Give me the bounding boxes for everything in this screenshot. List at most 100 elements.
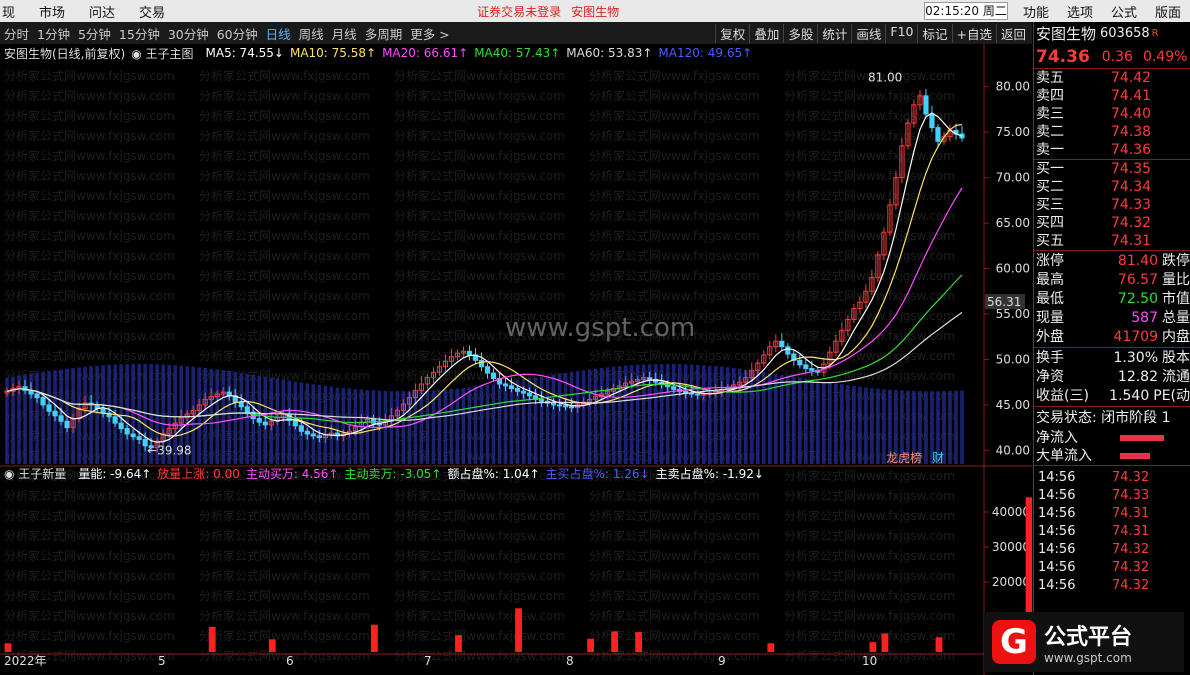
menu-item-wenda[interactable]: 问达 (77, 2, 127, 21)
tool-draw-line[interactable]: 画线 (851, 23, 885, 43)
trade-state: 交易状态: 闭市阶段 1 净流入 大单流入 (1034, 406, 1190, 465)
watermark-bg-text: 分析家公式网www.fxjgsw.com (4, 188, 175, 203)
ma120-bar (557, 373, 562, 464)
ask-row-5[interactable]: 卖五 74.42 (1034, 69, 1190, 87)
candle-body (238, 401, 244, 408)
candle-body (40, 397, 46, 406)
kline-chart-svg[interactable]: 分析家公式网www.fxjgsw.com 分析家公式网www.fxjgsw.com… (0, 44, 1032, 675)
ma120-bar (227, 371, 232, 464)
watermark-bg-text: 分析家公式网www.fxjgsw.com (394, 288, 565, 303)
period-tab-30min[interactable]: 30分钟 (164, 24, 213, 43)
bid-row-5[interactable]: 买五 74.31 (1034, 232, 1190, 250)
menu-formula[interactable]: 公式 (1102, 2, 1146, 21)
bid-row-4[interactable]: 买四 74.32 (1034, 214, 1190, 232)
kline-chart-area[interactable]: 分析家公式网www.fxjgsw.com 分析家公式网www.fxjgsw.com… (0, 44, 1032, 675)
watermark-bg-text: 分析家公式网www.fxjgsw.com (784, 428, 955, 443)
tool-f10[interactable]: F10 (885, 23, 917, 43)
x-axis-label: 7 (424, 654, 432, 668)
bid-row-2[interactable]: 买二 74.34 (1034, 178, 1190, 196)
volume-bar (370, 624, 378, 652)
tool-back[interactable]: 返回 (995, 23, 1030, 43)
price-tick-label: 45.00 (996, 398, 1030, 412)
watermark-bg-text: 分析家公式网www.fxjgsw.com (784, 388, 955, 403)
watermark-bg-text: 分析家公式网www.fxjgsw.com (4, 268, 175, 283)
stat2-label: 净资 (1036, 369, 1064, 385)
watermark-bg-text: 分析家公式网www.fxjgsw.com (784, 408, 955, 423)
period-tab-fenshi[interactable]: 分时 (0, 24, 33, 43)
period-tab-week[interactable]: 周线 (295, 24, 328, 43)
tool-restore-rights[interactable]: 复权 (715, 23, 749, 43)
menu-item-market[interactable]: 市场 (27, 2, 77, 21)
watermark-bg-text: 分析家公式网www.fxjgsw.com (199, 488, 370, 503)
watermark-bg-text: 分析家公式网www.fxjgsw.com (4, 168, 175, 183)
tick-time: 14:56 (1038, 542, 1076, 557)
candle-body (478, 359, 485, 368)
watermark-bg-text: 分析家公式网www.fxjgsw.com (4, 148, 175, 163)
ask-row-1[interactable]: 卖一 74.36 (1034, 141, 1190, 159)
sub-item-amount-pct: 额占盘%: 1.04↑ (447, 466, 540, 481)
watermark-bg-text: 分析家公式网www.fxjgsw.com (4, 288, 175, 303)
price-tick-label: 60.00 (996, 262, 1030, 276)
menu-item-trade[interactable]: 交易 (127, 2, 177, 21)
tick-price: 74.31 (1112, 506, 1150, 521)
tick-row: 14:56 74.32 (1034, 559, 1190, 577)
candle-body (520, 390, 527, 394)
sub-item-buy-pct: 主买占盘%: 1.26↓ (545, 466, 650, 481)
menu-layout[interactable]: 版面 (1146, 2, 1190, 21)
logo-glyph: G (992, 620, 1036, 664)
tool-overlay[interactable]: 叠加 (749, 23, 783, 43)
stat-label: 现量 (1036, 310, 1064, 326)
period-tab-day[interactable]: 日线 (262, 24, 295, 43)
period-tab-15min[interactable]: 15分钟 (115, 24, 164, 43)
candle-body (112, 416, 118, 424)
stat-label: 涨停 (1036, 253, 1064, 269)
volume-bar (515, 608, 522, 652)
ma120-bar (467, 387, 472, 464)
sub-formula-name[interactable]: ◉ 王子新量 (4, 465, 72, 482)
ask-row-2[interactable]: 卖二 74.38 (1034, 123, 1190, 141)
ask-row-4[interactable]: 卖四 74.41 (1034, 87, 1190, 105)
menu-options[interactable]: 选项 (1058, 2, 1102, 21)
ask-row-3[interactable]: 卖三 74.40 (1034, 105, 1190, 123)
bid-row-3[interactable]: 买三 74.33 (1034, 196, 1190, 214)
bid-row-1[interactable]: 买一 74.35 (1034, 160, 1190, 178)
flow-row-net: 净流入 (1034, 429, 1190, 447)
trade-state-text: 交易状态: 闭市阶段 1 (1036, 410, 1171, 426)
period-tab-more[interactable]: 更多 > (406, 24, 453, 43)
period-tab-60min[interactable]: 60分钟 (213, 24, 262, 43)
tool-add-watchlist[interactable]: +自选 (951, 23, 996, 43)
ma120-bar (858, 386, 862, 464)
ma120-bar (695, 364, 700, 464)
stat2-value: 1.540 (1109, 388, 1150, 404)
menu-item-0[interactable]: 现 (0, 2, 27, 21)
tool-mark[interactable]: 标记 (917, 23, 951, 43)
ask-price: 74.36 (1111, 142, 1152, 158)
ma120-bar (443, 389, 448, 464)
period-tab-multi[interactable]: 多周期 (361, 24, 407, 43)
tick-row: 14:56 74.32 (1034, 541, 1190, 559)
period-tab-1min[interactable]: 1分钟 (33, 24, 74, 43)
candle-body (935, 127, 941, 142)
x-axis-label: 8 (566, 654, 574, 668)
stat2-row: 换手 1.30% 股本 (1034, 349, 1190, 368)
period-tab-5min[interactable]: 5分钟 (74, 24, 115, 43)
stat-value: 587 (1131, 310, 1158, 326)
formula-name[interactable]: ◉ 王子主图 (131, 45, 199, 62)
tool-stats[interactable]: 统计 (817, 23, 851, 43)
watermark-bg-text: 分析家公式网www.fxjgsw.com (589, 248, 760, 263)
ma120-bar (215, 369, 220, 464)
watermark-bg-text: 分析家公式网www.fxjgsw.com (199, 528, 370, 543)
ma120-bar (786, 375, 790, 464)
ask-label: 卖五 (1036, 70, 1064, 86)
stat-row: 最低 72.50 市值 (1034, 290, 1190, 309)
ma10-label: MA10: 75.58↑ (289, 46, 377, 60)
tool-multi-stock[interactable]: 多股 (783, 23, 817, 43)
x-axis-label: 9 (718, 654, 726, 668)
login-notice[interactable]: 证券交易未登录 (477, 3, 561, 20)
ma120-bar (719, 366, 724, 464)
menu-function[interactable]: 功能 (1014, 2, 1058, 21)
period-tab-month[interactable]: 月线 (328, 24, 361, 43)
ma120-bar (870, 387, 874, 464)
volume-bar (587, 638, 595, 652)
watermark-bg-text: 分析家公式网www.fxjgsw.com (199, 268, 370, 283)
